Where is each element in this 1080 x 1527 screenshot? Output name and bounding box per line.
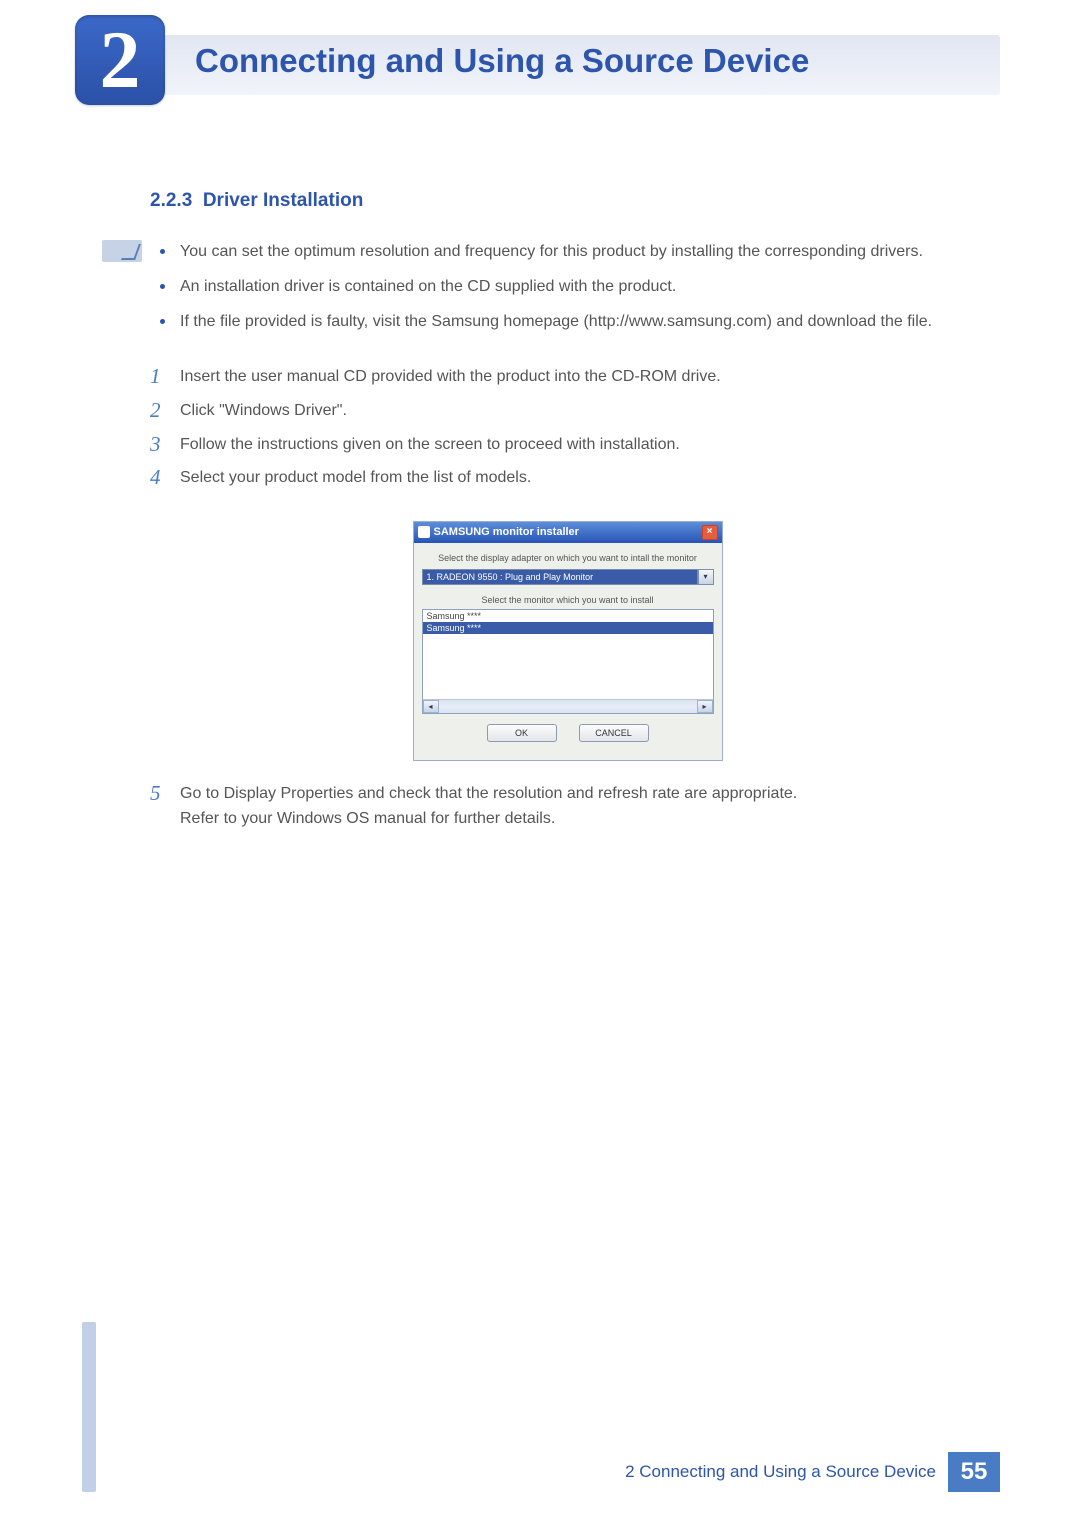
- dialog-titlebar: SAMSUNG monitor installer ×: [414, 522, 722, 543]
- side-tab: [82, 1322, 96, 1492]
- chevron-down-icon[interactable]: ▾: [698, 569, 714, 585]
- step-number: 5: [150, 781, 180, 832]
- section-number: 2.2.3: [150, 190, 192, 211]
- steps-list: 1 Insert the user manual CD provided wit…: [150, 364, 985, 490]
- adapter-select[interactable]: 1. RADEON 9550 : Plug and Play Monitor ▾: [422, 569, 714, 585]
- list-item[interactable]: Samsung ****: [423, 610, 713, 622]
- step-2: 2 Click "Windows Driver".: [150, 398, 985, 424]
- note-item: You can set the optimum resolution and f…: [180, 240, 985, 265]
- step-text: Follow the instructions given on the scr…: [180, 432, 985, 458]
- scroll-track[interactable]: [439, 700, 697, 713]
- page-footer: 2 Connecting and Using a Source Device 5…: [625, 1452, 1000, 1492]
- note-item: If the file provided is faulty, visit th…: [180, 310, 985, 335]
- note-icon: [102, 240, 142, 262]
- dialog-title: SAMSUNG monitor installer: [434, 526, 579, 538]
- step-number: 3: [150, 432, 180, 458]
- ok-button[interactable]: OK: [487, 724, 557, 742]
- monitor-list[interactable]: Samsung **** Samsung **** ◂ ▸: [422, 609, 714, 714]
- step-1: 1 Insert the user manual CD provided wit…: [150, 364, 985, 390]
- note-list: You can set the optimum resolution and f…: [150, 240, 985, 344]
- step-text: Insert the user manual CD provided with …: [180, 364, 985, 390]
- scroll-left-icon[interactable]: ◂: [423, 700, 439, 713]
- page-content: 2.2.3 Driver Installation You can set th…: [150, 190, 985, 840]
- installer-dialog: SAMSUNG monitor installer × Select the d…: [413, 521, 723, 761]
- section-heading: 2.2.3 Driver Installation: [150, 190, 985, 212]
- step-3: 3 Follow the instructions given on the s…: [150, 432, 985, 458]
- note-item: An installation driver is contained on t…: [180, 275, 985, 300]
- step-number: 1: [150, 364, 180, 390]
- horizontal-scrollbar[interactable]: ◂ ▸: [423, 699, 713, 713]
- step-text: Click "Windows Driver".: [180, 398, 985, 424]
- installer-dialog-figure: SAMSUNG monitor installer × Select the d…: [150, 521, 985, 761]
- footer-chapter-label: 2 Connecting and Using a Source Device: [625, 1462, 948, 1482]
- note-block: You can set the optimum resolution and f…: [150, 240, 985, 344]
- scroll-right-icon[interactable]: ▸: [697, 700, 713, 713]
- close-icon[interactable]: ×: [702, 525, 718, 540]
- step-5: 5 Go to Display Properties and check tha…: [150, 781, 985, 832]
- cancel-button[interactable]: CANCEL: [579, 724, 649, 742]
- chapter-number-badge: 2: [75, 15, 165, 105]
- app-icon: [418, 526, 430, 538]
- dialog-body: Select the display adapter on which you …: [414, 543, 722, 760]
- step-number: 2: [150, 398, 180, 424]
- adapter-select-value: 1. RADEON 9550 : Plug and Play Monitor: [422, 569, 698, 585]
- section-title: Driver Installation: [203, 190, 364, 211]
- step-text-line: Refer to your Windows OS manual for furt…: [180, 810, 555, 827]
- dialog-buttons: OK CANCEL: [422, 714, 714, 752]
- step-text: Select your product model from the list …: [180, 465, 985, 491]
- step-number: 4: [150, 465, 180, 491]
- step-4: 4 Select your product model from the lis…: [150, 465, 985, 491]
- adapter-label: Select the display adapter on which you …: [422, 553, 714, 563]
- steps-list-continued: 5 Go to Display Properties and check tha…: [150, 781, 985, 832]
- chapter-title: Connecting and Using a Source Device: [195, 42, 809, 80]
- monitor-label: Select the monitor which you want to ins…: [422, 595, 714, 605]
- step-text-line: Go to Display Properties and check that …: [180, 785, 797, 802]
- list-item[interactable]: Samsung ****: [423, 622, 713, 634]
- step-text: Go to Display Properties and check that …: [180, 781, 985, 832]
- page-number: 55: [948, 1452, 1000, 1492]
